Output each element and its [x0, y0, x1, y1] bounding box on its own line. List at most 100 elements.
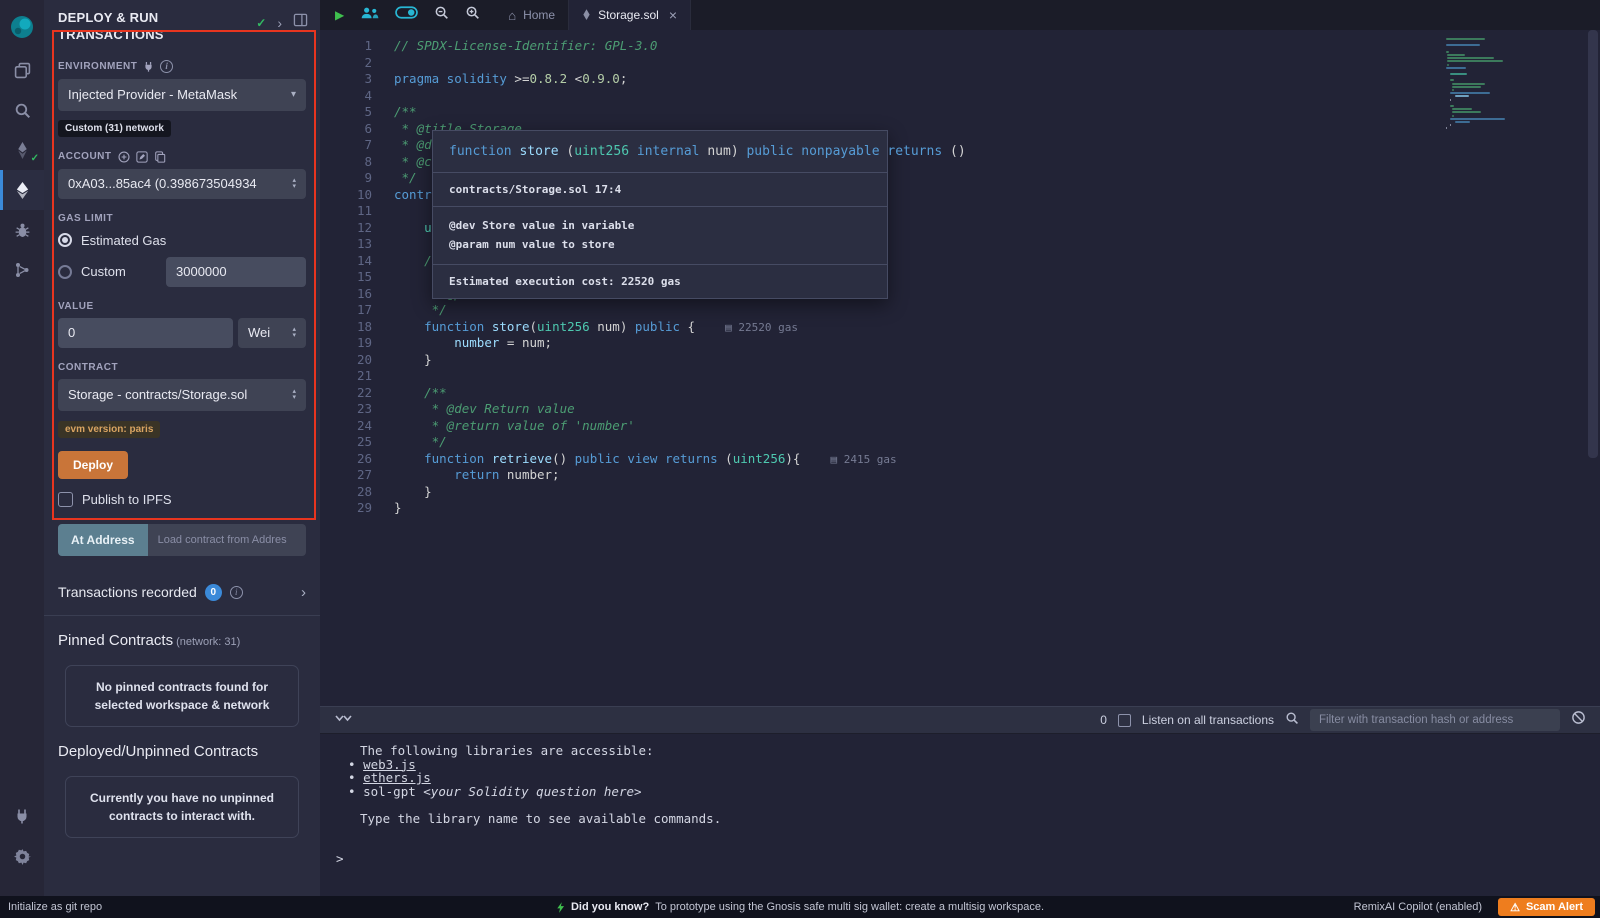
contract-select[interactable]: Storage - contracts/Storage.sol ▴▾: [58, 379, 306, 411]
deploy-button[interactable]: Deploy: [58, 451, 128, 479]
publish-ipfs-label: Publish to IPFS: [82, 492, 172, 507]
zoom-in-icon[interactable]: [465, 5, 480, 25]
add-account-icon[interactable]: [118, 151, 130, 163]
terminal-output[interactable]: The following libraries are accessible: •…: [320, 734, 1600, 896]
code-line-23: 23 * @dev Return value: [320, 401, 1600, 418]
tooltip-docs: @dev Store value in variable@param num v…: [433, 206, 887, 264]
tab-home[interactable]: ⌂ Home: [495, 0, 569, 30]
estimated-gas-option[interactable]: Estimated Gas: [58, 233, 306, 248]
code-line-22: 22 /**: [320, 385, 1600, 402]
scam-alert-badge[interactable]: ⚠ Scam Alert: [1498, 898, 1595, 916]
close-tab-icon[interactable]: ×: [669, 8, 677, 22]
code-line-29: 29}: [320, 500, 1600, 517]
tab-storage-sol[interactable]: Storage.sol ×: [569, 0, 691, 30]
debugger-icon[interactable]: [0, 210, 44, 250]
listen-transactions-checkbox[interactable]: [1118, 714, 1131, 727]
code-line-1: 1// SPDX-License-Identifier: GPL-3.0: [320, 38, 1600, 55]
publish-ipfs-checkbox[interactable]: [58, 492, 73, 507]
account-select[interactable]: 0xA03...85ac4 (0.398673504934 ▴▾: [58, 169, 306, 199]
estimated-gas-radio[interactable]: [58, 233, 72, 247]
git-init-label[interactable]: Initialize as git repo: [8, 901, 102, 913]
value-input[interactable]: [58, 318, 233, 348]
select-caret-icon: ▴▾: [292, 389, 296, 401]
code-line-3: 3pragma solidity >=0.8.2 <0.9.0;: [320, 71, 1600, 88]
code-line-4: 4: [320, 88, 1600, 105]
terminal-line: Type the library name to see available c…: [334, 812, 1600, 826]
estimated-gas-label: Estimated Gas: [81, 233, 166, 248]
terminal-prompt: >: [334, 852, 1600, 866]
terminal-line: The following libraries are accessible:: [334, 744, 1600, 758]
terminal-line: • sol-gpt <your Solidity question here>: [334, 785, 1600, 799]
terminal-toolbar: 0 Listen on all transactions: [320, 706, 1600, 734]
panel-forward-icon[interactable]: ›: [277, 15, 282, 31]
custom-gas-radio[interactable]: [58, 265, 72, 279]
file-explorer-icon[interactable]: [0, 50, 44, 90]
plugin-manager-icon[interactable]: [0, 796, 44, 836]
code-line-28: 28 }: [320, 484, 1600, 501]
terminal-expand-icon[interactable]: [334, 711, 352, 729]
terminal-line: [334, 825, 1600, 839]
custom-gas-input[interactable]: [166, 257, 306, 287]
tooltip-signature: function store (uint256 internal num) pu…: [433, 131, 887, 172]
edit-account-icon[interactable]: [136, 151, 148, 163]
code-line-17: 17 */: [320, 302, 1600, 319]
run-script-icon[interactable]: ▶: [335, 8, 344, 22]
search-icon[interactable]: [0, 90, 44, 130]
clear-console-icon[interactable]: [1571, 710, 1586, 730]
editor-area: ▶ ⌂ Home: [320, 0, 1600, 896]
collaboration-icon[interactable]: [360, 6, 379, 25]
minimap[interactable]: [1446, 38, 1586, 130]
zoom-out-icon[interactable]: [434, 5, 449, 25]
pinned-network-subtitle: (network: 31): [176, 636, 240, 648]
terminal-search-icon[interactable]: [1285, 711, 1299, 730]
terminal-line: [334, 798, 1600, 812]
transactions-count-badge: 0: [205, 584, 222, 601]
transactions-recorded-label: Transactions recorded: [58, 584, 197, 600]
environment-label-row: ENVIRONMENT i: [58, 60, 306, 73]
pinned-empty-message: No pinned contracts found for selected w…: [65, 665, 299, 727]
compile-success-icon: ✓: [31, 153, 39, 164]
tooltip-doc-param: @param num value to store: [449, 238, 615, 251]
terminal-line: • ethers.js: [334, 771, 1600, 785]
copilot-status[interactable]: RemixAI Copilot (enabled): [1354, 901, 1482, 913]
deployed-contracts-title: Deployed/Unpinned Contracts: [58, 743, 306, 760]
transaction-filter-input[interactable]: [1310, 709, 1560, 731]
toggle-icon[interactable]: [395, 6, 418, 24]
scam-alert-label: Scam Alert: [1526, 901, 1583, 913]
plug-icon[interactable]: [143, 61, 154, 72]
tooltip-location: contracts/Storage.sol 17:4: [433, 172, 887, 206]
remix-logo[interactable]: [0, 4, 44, 50]
scrollbar-thumb[interactable]: [1588, 30, 1598, 458]
solidity-file-icon: [582, 9, 591, 22]
value-unit-select[interactable]: Wei ▴▾: [238, 318, 306, 348]
tab-home-label: Home: [523, 8, 555, 22]
gas-limit-label: GAS LIMIT: [58, 213, 306, 224]
plugin-connector-icon[interactable]: [0, 250, 44, 290]
editor-scrollbar[interactable]: [1586, 30, 1600, 706]
pinned-contracts-section: Pinned Contracts(network: 31) No pinned …: [44, 616, 320, 727]
custom-gas-label: Custom: [81, 264, 126, 279]
transactions-expand-icon[interactable]: ›: [301, 584, 306, 601]
settings-gear-icon[interactable]: [0, 836, 44, 876]
warning-icon: ⚠: [1510, 901, 1520, 914]
code-line-21: 21: [320, 368, 1600, 385]
value-unit: Wei: [248, 325, 284, 340]
chevron-down-icon: ▾: [291, 89, 296, 100]
solidity-compiler-icon[interactable]: ✓: [0, 130, 44, 170]
network-badge: Custom (31) network: [58, 120, 171, 137]
panel-layout-icon[interactable]: [293, 13, 308, 32]
deploy-run-icon[interactable]: [0, 170, 44, 210]
terminal-tx-count: 0: [1100, 713, 1107, 727]
custom-gas-option[interactable]: Custom: [58, 257, 306, 287]
code-line-18: 18 function store(uint256 num) public {▤…: [320, 319, 1600, 336]
copy-account-icon[interactable]: [154, 151, 166, 163]
environment-select[interactable]: Injected Provider - MetaMask ▾: [58, 79, 306, 111]
publish-ipfs-row[interactable]: Publish to IPFS: [58, 492, 306, 507]
deployed-contracts-section: Deployed/Unpinned Contracts Currently yo…: [44, 727, 320, 838]
editor-tabbar: ▶ ⌂ Home: [320, 0, 1600, 30]
transactions-info-icon[interactable]: i: [230, 586, 243, 599]
code-editor[interactable]: 1// SPDX-License-Identifier: GPL-3.023pr…: [320, 30, 1600, 706]
at-address-button[interactable]: At Address: [58, 524, 148, 556]
environment-info-icon[interactable]: i: [160, 60, 173, 73]
at-address-input[interactable]: [148, 524, 306, 556]
